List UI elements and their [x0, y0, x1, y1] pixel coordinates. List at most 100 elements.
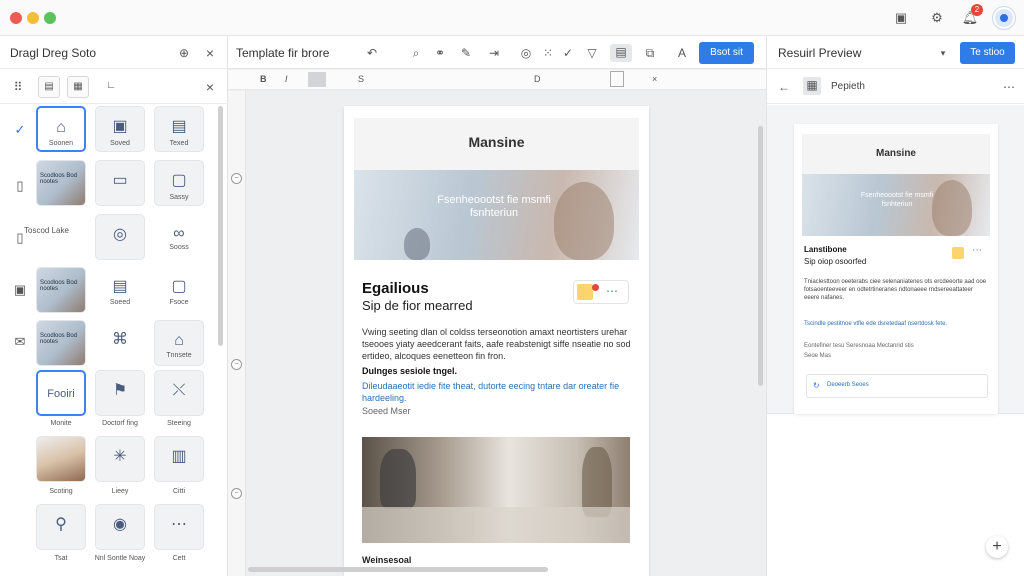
shield-check-icon[interactable]: ✓: [12, 122, 28, 138]
tile-doctorf[interactable]: ⚑: [95, 370, 145, 416]
table-icon: ▥: [171, 448, 187, 465]
tab-layout[interactable]: ▤: [38, 76, 60, 98]
tile-scoting[interactable]: [36, 436, 86, 482]
tile-command[interactable]: ⌘: [95, 320, 145, 366]
chevron-down-icon[interactable]: ▾: [935, 45, 951, 61]
tile-soeed[interactable]: ▤: [95, 267, 145, 313]
maximize-window-button[interactable]: [44, 12, 56, 24]
settings-icon[interactable]: ⚙: [928, 9, 946, 27]
files-icon[interactable]: ▣: [892, 9, 910, 27]
divider-button[interactable]: D: [534, 74, 541, 84]
font-icon[interactable]: A: [674, 45, 690, 61]
search-icon[interactable]: ⌕: [408, 45, 424, 61]
more-icon[interactable]: ⋯: [1001, 79, 1017, 95]
bold-button[interactable]: B: [260, 74, 267, 84]
bookmark-icon[interactable]: ▯: [12, 178, 28, 194]
photo-caption: Scodloos Bod nootes: [40, 333, 78, 345]
preview-doc-header: Mansine: [802, 134, 990, 174]
tile-citti[interactable]: ▥: [154, 436, 204, 482]
strike-button[interactable]: S: [358, 74, 364, 84]
avatar[interactable]: [993, 7, 1015, 29]
layout-icon[interactable]: ▤: [610, 44, 632, 62]
grid-icon[interactable]: ⠿: [10, 79, 26, 95]
test-button[interactable]: Te stioo: [960, 42, 1015, 64]
template-title[interactable]: Template fir brore: [236, 46, 329, 60]
close-icon[interactable]: ×: [202, 45, 218, 61]
form-text-icon: Fooiri: [47, 388, 75, 400]
preview-cta: ↻ Deoeerb Seoes: [806, 374, 988, 398]
tab-document[interactable]: ▦: [67, 76, 89, 98]
preview-card[interactable]: Mansine Fsenheoootst fie msmfi fsnhteriu…: [794, 124, 998, 414]
ruler-marker[interactable]: −: [231, 488, 242, 499]
mail-check-icon[interactable]: ✉: [12, 334, 28, 350]
publish-button[interactable]: Bsot sit: [699, 42, 754, 64]
panel-scrollbar[interactable]: [218, 106, 223, 346]
highlight-button[interactable]: [308, 72, 326, 87]
target-icon[interactable]: ◎: [518, 45, 534, 61]
doc-signoff[interactable]: Soeed Mser: [362, 405, 632, 417]
tile-sooss[interactable]: ∞: [154, 214, 204, 260]
calendar-icon[interactable]: ▣: [12, 282, 28, 298]
link-icon[interactable]: ⚭: [432, 45, 448, 61]
italic-button[interactable]: I: [285, 74, 288, 84]
hero-image[interactable]: Fsenheoootst fie msmfi fsnhteriun: [354, 170, 639, 260]
undo-icon[interactable]: ↶: [364, 45, 380, 61]
tile-tnnsete[interactable]: ⌂: [154, 320, 204, 366]
panel-tabs: ⠿ ▤ ▦ ∟ ×: [0, 70, 228, 104]
tile-label: Sooss: [169, 244, 189, 251]
check-icon[interactable]: ✓: [560, 45, 576, 61]
tile-label: Tnnsete: [166, 352, 192, 359]
copy-icon[interactable]: ⧉: [642, 45, 658, 61]
ruler-marker[interactable]: −: [231, 359, 242, 370]
panel-header: Dragl Dreg Soto ⊕ ×: [0, 36, 228, 69]
tile-photo-card[interactable]: Scodloos Bod nootes: [36, 320, 86, 366]
minimize-window-button[interactable]: [27, 12, 39, 24]
tile-steeing[interactable]: ⤬: [154, 370, 204, 416]
ruler-marker[interactable]: −: [231, 173, 242, 184]
pen-icon[interactable]: ✎: [458, 45, 474, 61]
flag-icon: ⚑: [112, 382, 128, 399]
office-photo[interactable]: [362, 437, 630, 543]
tile-label: Doctorf fing: [102, 420, 138, 427]
tile-tsat[interactable]: ⚲: [36, 504, 86, 550]
tab-chart[interactable]: ∟: [100, 76, 122, 98]
folder-icon: ▢: [171, 172, 187, 189]
doc-paragraph[interactable]: Vwing seeting dlan ol coldss terseonotio…: [362, 326, 632, 362]
margin-handle[interactable]: [610, 71, 624, 87]
preview-footer-name: Seoe Mas: [804, 353, 832, 359]
crosshair-icon[interactable]: ⊕: [176, 45, 192, 61]
add-row-icon[interactable]: ⇥: [486, 45, 502, 61]
editor-scrollbar[interactable]: [758, 126, 763, 386]
tile-photo-card[interactable]: Scodloos Bod nootes: [36, 160, 86, 206]
tile-photo-card[interactable]: Scodloos Bod nootes: [36, 267, 86, 313]
tile-label[interactable]: Toscod Lake: [24, 226, 84, 235]
doc-subheading[interactable]: Sip de fior mearred: [362, 298, 473, 313]
more-options-icon[interactable]: ⋯: [606, 285, 618, 297]
close-format-icon[interactable]: ×: [652, 74, 657, 84]
tile-label: Cett: [172, 555, 186, 562]
grid-dots-icon[interactable]: ⁙: [540, 45, 556, 61]
doc-link-line[interactable]: Dileudaaeotit iedie fite theat, dutorte …: [362, 380, 632, 404]
tile-search[interactable]: ◎: [95, 214, 145, 260]
doc-heading[interactable]: Egailious: [362, 280, 429, 297]
add-button[interactable]: +: [986, 536, 1008, 558]
preview-canvas: Mansine Fsenheoootst fie msmfi fsnhteriu…: [767, 105, 1024, 414]
text-doc-icon: ▤: [171, 118, 187, 135]
editor-hscrollbar[interactable]: [248, 567, 548, 572]
close-tabs-icon[interactable]: ×: [202, 79, 218, 95]
magnifier-icon: ◎: [113, 226, 127, 243]
doc-header[interactable]: Mansine: [354, 118, 639, 170]
sticky-note-icon[interactable]: [577, 284, 599, 300]
doc-footer[interactable]: Weinsesoal: [362, 554, 632, 566]
tile-cett[interactable]: ⋯: [154, 504, 204, 550]
tile-layers[interactable]: ▭: [95, 160, 145, 206]
tile-nnl[interactable]: ◉: [95, 504, 145, 550]
tile-lieey[interactable]: ✳: [95, 436, 145, 482]
filter-icon[interactable]: ▽: [584, 45, 600, 61]
doc-bold-line[interactable]: Dulnges sesiole tngel.: [362, 365, 632, 377]
desk-shape: [362, 507, 630, 543]
back-arrow-icon[interactable]: ←: [776, 79, 792, 95]
tile-fsoce[interactable]: ▢: [154, 267, 204, 313]
close-window-button[interactable]: [10, 12, 22, 24]
tile-monite[interactable]: Fooiri: [36, 370, 86, 416]
